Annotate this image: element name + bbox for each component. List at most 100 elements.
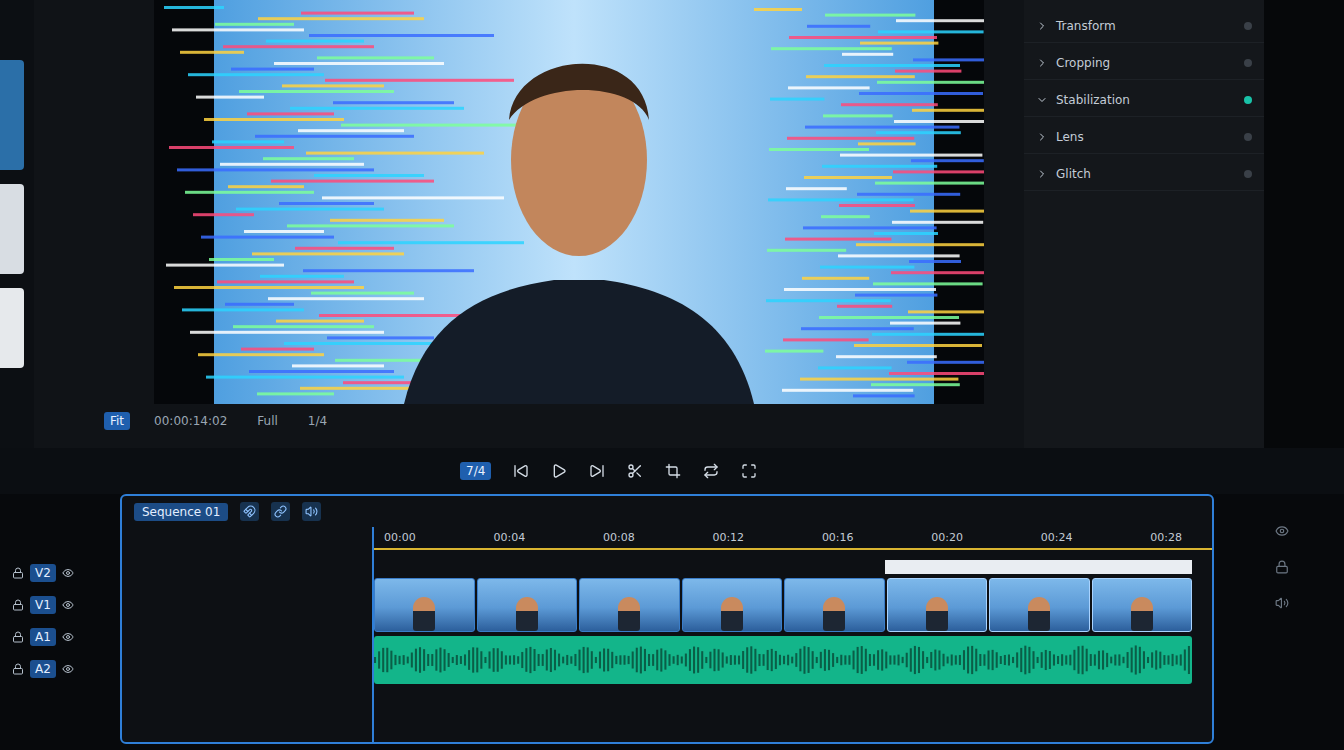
video-clip[interactable]	[887, 578, 988, 632]
track-header[interactable]: A2	[12, 660, 106, 678]
track-header[interactable]: V1	[12, 596, 106, 614]
bottom-area: V2 V1 A1 A2 Sequence 01 00:00 00:04 00:08 00:12 0…	[0, 494, 1344, 750]
enable-dot[interactable]	[1244, 22, 1252, 30]
enable-dot[interactable]	[1244, 59, 1252, 67]
sequence-title[interactable]: Sequence 01	[134, 503, 228, 521]
ruler-label: 00:28	[1150, 531, 1182, 544]
audio-track	[374, 632, 1212, 684]
clip-thumbnail	[1028, 597, 1050, 631]
media-thumb[interactable]	[0, 288, 24, 368]
enable-dot[interactable]	[1244, 170, 1252, 178]
video-clip[interactable]	[989, 578, 1090, 632]
chevron-right-icon[interactable]	[1036, 57, 1048, 69]
inspector-row[interactable]: Lens	[1024, 121, 1264, 154]
volume-icon[interactable]	[1275, 596, 1289, 610]
chevron-right-icon[interactable]	[1036, 168, 1048, 180]
ruler-label: 00:00	[384, 531, 416, 544]
zoom-badge[interactable]: 7/4	[460, 462, 491, 480]
lock-icon[interactable]	[12, 599, 24, 611]
media-thumb[interactable]	[0, 184, 24, 274]
time-ruler[interactable]: 00:0000:0400:0800:1200:1600:2000:2400:28	[374, 527, 1212, 550]
audio-clip[interactable]	[374, 636, 1192, 684]
loop-icon[interactable]	[703, 463, 719, 479]
skip-back-button[interactable]	[513, 463, 529, 479]
magnet-icon[interactable]	[243, 505, 256, 518]
inspector-label: Transform	[1056, 19, 1236, 33]
clip-thumbnail	[1131, 597, 1153, 631]
viewer-footer-item[interactable]: Full	[251, 412, 284, 430]
selection-bar	[374, 560, 476, 574]
volume-icon[interactable]	[305, 505, 318, 518]
viewer-footer-item[interactable]: 00:00:14:02	[148, 412, 233, 430]
screen-edge	[1264, 0, 1344, 448]
track-header[interactable]: V2	[12, 564, 106, 582]
inspector-label: Cropping	[1056, 56, 1236, 70]
video-frame-icon	[154, 0, 984, 404]
inspector-row[interactable]: Stabilization	[1024, 84, 1264, 117]
clip-thumbnail	[618, 597, 640, 631]
crop-icon[interactable]	[665, 463, 681, 479]
inspector-label: Lens	[1056, 130, 1236, 144]
clip-thumbnail	[926, 597, 948, 631]
media-thumb[interactable]	[0, 60, 24, 170]
skip-forward-button[interactable]	[589, 463, 605, 479]
lock-icon[interactable]	[12, 631, 24, 643]
chevron-down-icon[interactable]	[1036, 94, 1048, 106]
viewer-footer-item[interactable]: Fit	[104, 412, 130, 430]
crop-button[interactable]	[665, 463, 681, 479]
track-headers: V2 V1 A1 A2	[0, 494, 114, 744]
inspector-row[interactable]: Glitch	[1024, 158, 1264, 191]
eye-icon[interactable]	[62, 663, 74, 675]
inspector-row[interactable]: Cropping	[1024, 47, 1264, 80]
fullscreen-button[interactable]	[741, 463, 757, 479]
link-icon[interactable]	[274, 505, 287, 518]
video-clip[interactable]	[477, 578, 578, 632]
side-tools	[1220, 494, 1344, 744]
audio-button[interactable]	[302, 502, 321, 521]
video-clip[interactable]	[374, 578, 475, 632]
snap-button[interactable]	[240, 502, 259, 521]
inspector-row[interactable]: Transform	[1024, 10, 1264, 43]
chevron-right-icon[interactable]	[1036, 20, 1048, 32]
lock-icon[interactable]	[12, 567, 24, 579]
timeline-body: 00:0000:0400:0800:1200:1600:2000:2400:28	[372, 527, 1212, 742]
selection-bar	[988, 560, 1090, 574]
enable-dot[interactable]	[1244, 133, 1252, 141]
track-name: V2	[30, 564, 56, 582]
cut-button[interactable]	[627, 463, 643, 479]
ruler-label: 00:08	[603, 531, 635, 544]
chevron-right-icon[interactable]	[1036, 131, 1048, 143]
eye-icon[interactable]	[62, 631, 74, 643]
link-button[interactable]	[271, 502, 290, 521]
video-clip[interactable]	[1092, 578, 1193, 632]
viewer-footer-item[interactable]: 1/4	[302, 412, 333, 430]
inspector-label: Stabilization	[1056, 93, 1236, 107]
skip-back-icon[interactable]	[513, 463, 529, 479]
loop-button[interactable]	[703, 463, 719, 479]
play-icon[interactable]	[551, 463, 567, 479]
selection-bar	[885, 560, 987, 574]
video-clip[interactable]	[784, 578, 885, 632]
lock-icon[interactable]	[12, 663, 24, 675]
selection-bar	[1090, 560, 1192, 574]
scissors-icon[interactable]	[627, 463, 643, 479]
ruler-label: 00:24	[1041, 531, 1073, 544]
video-track	[374, 574, 1212, 632]
ruler-label: 00:12	[712, 531, 744, 544]
play-button[interactable]	[551, 463, 567, 479]
ruler-label: 00:04	[493, 531, 525, 544]
eye-icon[interactable]	[1275, 524, 1289, 538]
enable-dot[interactable]	[1244, 96, 1252, 104]
eye-icon[interactable]	[62, 567, 74, 579]
eye-icon[interactable]	[62, 599, 74, 611]
transport-bar: 7/4	[0, 448, 1344, 494]
video-clip[interactable]	[682, 578, 783, 632]
skip-forward-icon[interactable]	[589, 463, 605, 479]
lock-icon[interactable]	[1275, 560, 1289, 574]
track-header[interactable]: A1	[12, 628, 106, 646]
video-clip[interactable]	[579, 578, 680, 632]
viewer-footer: Fit 00:00:14:02 Full 1/4	[34, 404, 1024, 438]
fullscreen-icon[interactable]	[741, 463, 757, 479]
clip-thumbnail	[413, 597, 435, 631]
